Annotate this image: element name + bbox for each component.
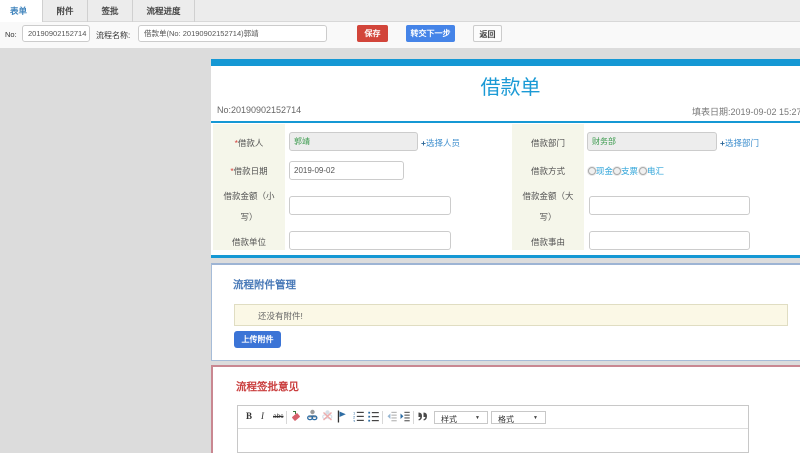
svg-text:3: 3: [353, 419, 356, 422]
